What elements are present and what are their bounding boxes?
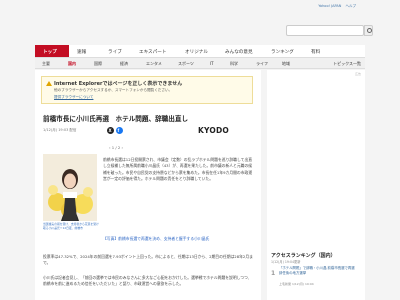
ad-label: 広告 — [354, 72, 361, 76]
search-icon[interactable] — [364, 25, 373, 36]
topics-list-link[interactable]: トピックス一覧 — [333, 61, 361, 67]
tab-science[interactable]: 科学 — [223, 58, 249, 68]
warning-icon — [46, 81, 52, 86]
article-paragraph-2: 小川氏は記者会見し、「前回の選挙では市民のみなさんに多大なご心配をおかけした。選… — [43, 275, 252, 287]
facebook-share-icon[interactable]: f — [116, 127, 123, 134]
supported-browsers-link[interactable]: 提供ブラウザーについて — [54, 95, 93, 100]
x-share-icon[interactable]: X — [107, 127, 114, 134]
article-date: 1/12(月) 19:03 配信 — [43, 128, 77, 132]
article-headline: 前橋市長に小川氏再選 ホテル問題、辞職出直し — [43, 115, 189, 123]
tab-economy[interactable]: 経済 — [113, 58, 139, 68]
nav-ranking[interactable]: ランキング — [263, 45, 303, 57]
tab-local[interactable]: 地域 — [275, 58, 301, 68]
tab-it[interactable]: IT — [203, 58, 223, 68]
ranking-item-link[interactable]: 「ホテル問題」で辞職・小川晶 前橋市長選で再選 辞任後の地方選挙 — [279, 266, 359, 276]
warning-title: Internet Explorerではページを正しく表示できません — [54, 81, 183, 87]
nav-original[interactable]: オリジナル — [177, 45, 217, 57]
tab-main[interactable]: 主要 — [35, 58, 61, 68]
nav-expert[interactable]: エキスパート — [131, 45, 177, 57]
top-links: Yahoo! JAPAN ヘルプ — [315, 4, 356, 9]
article-photo[interactable] — [43, 154, 97, 221]
yahoo-japan-link[interactable]: Yahoo! JAPAN — [318, 4, 341, 8]
tab-entertainment[interactable]: エンタメ — [139, 58, 171, 68]
help-link[interactable]: ヘルプ — [346, 4, 357, 8]
article-body: 前橋市長選は12日投開票され、市議会（定数）の乱ラブホテル問題を巡り辞職して出直… — [103, 157, 253, 182]
nav-breaking[interactable]: 速報 — [69, 45, 100, 57]
ranking-number: 1 — [271, 270, 276, 277]
tab-sports[interactable]: スポーツ — [171, 58, 203, 68]
photo-pager[interactable]: ‹ 1 / 2 › — [109, 145, 123, 150]
ranking-updated: 1/12(月) 19:04更新 — [271, 260, 301, 264]
tab-international[interactable]: 国際 — [87, 58, 113, 68]
primary-nav: トップ 速報 ライブ エキスパート オリジナル みんなの意見 ランキング 有料 — [35, 45, 365, 58]
nav-opinion[interactable]: みんなの意見 — [217, 45, 263, 57]
tab-domestic[interactable]: 国内 — [61, 58, 87, 68]
ranking-title: アクセスランキング（国内） — [271, 253, 336, 259]
top-bar: Yahoo! JAPAN ヘルプ — [0, 0, 400, 18]
tab-life[interactable]: ライフ — [249, 58, 275, 68]
browser-warning: Internet Explorerではページを正しく表示できません 他のブラウザ… — [41, 76, 253, 104]
kyodo-logo: KYODO — [198, 126, 229, 135]
warning-body: 他のブラウザーからアクセスするか、スマートフォンから閲覧ください。 — [54, 88, 173, 92]
nav-live[interactable]: ライブ — [100, 45, 131, 57]
logo-row — [0, 18, 400, 44]
nav-paid[interactable]: 有料 — [303, 45, 334, 57]
photo-caption: 当選確実の報を受け、支持者から花束を受け取る小川晶氏＝12日夜、前橋市 — [43, 222, 99, 230]
article-column: Internet Explorerではページを正しく表示できません 他のブラウザ… — [35, 70, 261, 300]
secondary-nav: 主要 国内 国際 経済 エンタメ スポーツ IT 科学 ライフ 地域 トピックス… — [35, 58, 365, 69]
photo-link-caption[interactable]: 【写真】前橋市長選で再選を決め、支持者と握手する小川晶氏 — [103, 236, 255, 242]
sidebar: 広告 アクセスランキング（国内） 1/12(月) 19:04更新 1 「ホテル問… — [267, 70, 365, 300]
nav-top[interactable]: トップ — [35, 45, 69, 57]
search-input[interactable] — [286, 25, 364, 36]
ranking-item-source: 上毛新聞 1/12(月) 19:04 — [279, 282, 314, 286]
article-paragraph-1: 投票率は47.32%で、2024年の前回選を7.93ポイント上回った。市によると… — [43, 254, 253, 266]
